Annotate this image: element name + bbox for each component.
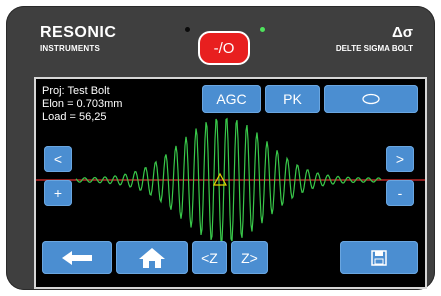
agc-button[interactable]: AGC (202, 85, 261, 113)
elongation-label: Elon = 0.703mm (42, 98, 123, 110)
brand-sub: INSTRUMENTS (40, 44, 100, 53)
info-panel: Proj: Test Bolt Elon = 0.703mm Load = 56… (42, 85, 122, 124)
pk-button[interactable]: PK (265, 85, 320, 113)
product-logo: Δσ DELTE SIGMA BOLT (336, 24, 413, 53)
home-button[interactable] (116, 241, 188, 274)
delta-symbol: Δσ (391, 24, 413, 41)
brand-logo: RESONIC INSTRUMENTS (40, 24, 116, 53)
save-icon (371, 249, 387, 266)
scroll-left-button[interactable]: < (44, 146, 72, 172)
brand-name: RESONIC (40, 24, 117, 41)
back-button[interactable] (42, 241, 112, 274)
status-led-off (185, 27, 190, 32)
zoom-out-button[interactable]: Z> (231, 241, 268, 274)
arrow-left-icon (62, 250, 92, 265)
ellipse-icon (362, 93, 380, 105)
power-button[interactable]: -/O (198, 31, 250, 65)
device-frame: RESONIC INSTRUMENTS -/O Δσ DELTE SIGMA B… (6, 6, 435, 290)
gain-minus-button[interactable]: - (386, 180, 414, 206)
load-label: Load = 56,25 (42, 111, 107, 123)
scroll-right-button[interactable]: > (386, 146, 414, 172)
zoom-in-button[interactable]: <Z (192, 241, 227, 274)
save-button[interactable] (340, 241, 418, 274)
status-led-on (260, 27, 265, 32)
home-icon (139, 247, 165, 268)
delta-sub: DELTE SIGMA BOLT (335, 44, 413, 53)
display-screen: Proj: Test Bolt Elon = 0.703mm Load = 56… (34, 77, 427, 289)
view-toggle-button[interactable] (324, 85, 418, 113)
project-label: Proj: Test Bolt (42, 85, 110, 97)
gain-plus-button[interactable]: + (44, 180, 72, 206)
